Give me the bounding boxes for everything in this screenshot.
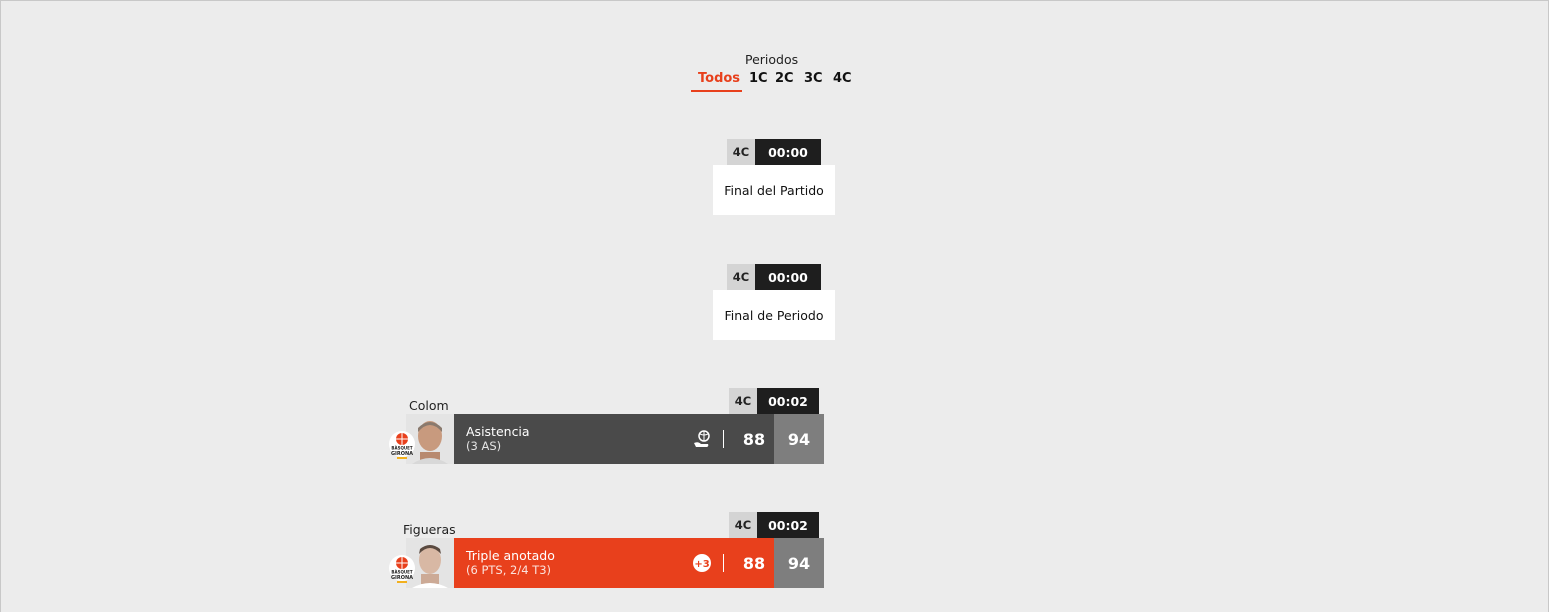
home-score: 88: [742, 429, 766, 449]
tab-todos[interactable]: Todos: [698, 71, 740, 86]
team-logo: BÀSQUET GIRONA: [388, 554, 416, 586]
clock-badge: 00:00: [755, 264, 821, 290]
quarter-badge: 4C: [729, 512, 757, 538]
svg-text:BÀSQUET: BÀSQUET: [391, 446, 412, 451]
event-time-row: 4C 00:00: [727, 264, 821, 290]
svg-text:GIRONA: GIRONA: [391, 575, 413, 581]
clock-badge: 00:02: [757, 388, 819, 414]
score-separator: [723, 554, 724, 572]
assist-icon: [692, 429, 712, 449]
event-card: Final del Partido: [713, 165, 835, 215]
home-score: 88: [742, 553, 766, 573]
event-card: Final de Periodo: [713, 290, 835, 340]
play-action: Asistencia: [466, 424, 530, 439]
clock-badge: 00:00: [755, 139, 821, 165]
tab-3c[interactable]: 3C: [804, 71, 823, 86]
event-time-row: 4C 00:00: [727, 139, 821, 165]
quarter-badge: 4C: [727, 264, 755, 290]
tab-2c[interactable]: 2C: [775, 71, 794, 86]
away-score: 94: [774, 538, 824, 588]
tab-4c[interactable]: 4C: [833, 71, 852, 86]
periods-label: Periodos: [745, 52, 799, 67]
plus-three-icon: +3: [692, 553, 712, 573]
tab-1c[interactable]: 1C: [749, 71, 768, 86]
play-time-row: 4C 00:02: [729, 512, 819, 538]
play-detail: (3 AS): [466, 439, 502, 453]
active-tab-underline: [691, 90, 742, 92]
svg-text:GIRONA: GIRONA: [391, 451, 413, 457]
team-logo: BÀSQUET GIRONA: [388, 430, 416, 462]
player-name[interactable]: Figueras: [403, 522, 456, 537]
play-bar[interactable]: Triple anotado (6 PTS, 2/4 T3) +3 88: [454, 538, 774, 588]
play-detail: (6 PTS, 2/4 T3): [466, 563, 552, 577]
play-time-row: 4C 00:02: [729, 388, 819, 414]
quarter-badge: 4C: [727, 139, 755, 165]
score-separator: [723, 430, 724, 448]
clock-badge: 00:02: [757, 512, 819, 538]
play-bar[interactable]: Asistencia (3 AS) 88: [454, 414, 774, 464]
away-score: 94: [774, 414, 824, 464]
svg-text:BÀSQUET: BÀSQUET: [391, 570, 412, 575]
svg-text:+3: +3: [694, 559, 709, 570]
play-action: Triple anotado: [466, 548, 555, 563]
player-name[interactable]: Colom: [409, 398, 449, 413]
quarter-badge: 4C: [729, 388, 757, 414]
